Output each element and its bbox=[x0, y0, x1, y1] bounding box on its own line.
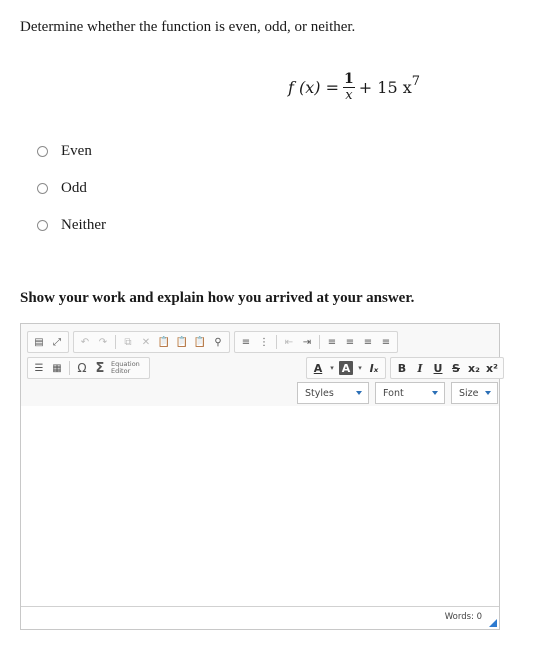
paste-icon[interactable]: 📋 bbox=[157, 335, 171, 349]
size-dropdown[interactable]: Size bbox=[451, 382, 498, 404]
rich-text-editor: ▤ ⤢ ↶ ↷ ⧉ ✕ 📋 📋 📋 ⚲ ≡ ⋮ ⇤ ⇥ ≡ ≡ ≡ ≡ ☰ ▦ … bbox=[20, 323, 504, 630]
remove-format-icon[interactable]: Iₓ bbox=[367, 361, 381, 375]
formula-rest: + 15 x bbox=[358, 77, 412, 97]
formula-lhs: f (x) = bbox=[288, 77, 340, 97]
redo-icon[interactable]: ↷ bbox=[96, 335, 110, 349]
fraction-denominator: x bbox=[345, 88, 353, 103]
cut-icon[interactable]: ✕ bbox=[139, 335, 153, 349]
option-odd-label: Odd bbox=[61, 180, 87, 196]
source-icon[interactable]: ▤ bbox=[32, 335, 46, 349]
formula-exponent: 7 bbox=[411, 73, 421, 89]
align-justify-icon[interactable]: ≡ bbox=[379, 335, 393, 349]
toolbar-group-insert: ☰ ▦ Ω Σ Equation Editor bbox=[27, 357, 150, 379]
numbered-list-icon[interactable]: ≡ bbox=[239, 335, 253, 349]
toolbar-row-1: ▤ ⤢ ↶ ↷ ⧉ ✕ 📋 📋 📋 ⚲ ≡ ⋮ ⇤ ⇥ ≡ ≡ ≡ ≡ bbox=[27, 331, 398, 353]
toolbar-formatting: A ▾ A ▾ Iₓ B I U S x₂ x² bbox=[306, 357, 504, 379]
find-icon[interactable]: ⚲ bbox=[211, 335, 225, 349]
toolbar-separator bbox=[276, 335, 277, 349]
option-neither-label: Neither bbox=[61, 217, 106, 233]
option-neither[interactable]: Neither bbox=[37, 217, 106, 234]
indent-icon[interactable]: ⇥ bbox=[300, 335, 314, 349]
radio-neither[interactable] bbox=[37, 220, 48, 231]
paste-word-icon[interactable]: 📋 bbox=[193, 335, 207, 349]
editor-statusbar: Words: 0 bbox=[21, 606, 499, 629]
strikethrough-icon[interactable]: S bbox=[449, 361, 463, 375]
toolbar-group-basicstyles: B I U S x₂ x² bbox=[390, 357, 504, 379]
option-even[interactable]: Even bbox=[37, 143, 92, 160]
background-color-icon[interactable]: A bbox=[339, 361, 353, 375]
special-character-icon[interactable]: Ω bbox=[75, 361, 89, 375]
radio-odd[interactable] bbox=[37, 183, 48, 194]
fraction-numerator: 1 bbox=[343, 71, 355, 88]
option-even-label: Even bbox=[61, 143, 92, 159]
copy-icon[interactable]: ⧉ bbox=[121, 335, 135, 349]
font-dropdown[interactable]: Font bbox=[375, 382, 445, 404]
superscript-icon[interactable]: x² bbox=[485, 361, 499, 375]
equation-editor-button[interactable]: Equation Editor bbox=[111, 361, 147, 375]
paste-text-icon[interactable]: 📋 bbox=[175, 335, 189, 349]
align-right-icon[interactable]: ≡ bbox=[361, 335, 375, 349]
underline-icon[interactable]: U bbox=[431, 361, 445, 375]
toolbar-group-view: ▤ ⤢ bbox=[27, 331, 69, 353]
maximize-icon[interactable]: ⤢ bbox=[50, 335, 64, 349]
styles-dropdown-label: Styles bbox=[305, 387, 334, 399]
chevron-down-icon bbox=[356, 391, 362, 395]
formula-fraction: 1 x bbox=[343, 72, 355, 102]
resize-handle-icon[interactable] bbox=[489, 619, 497, 627]
size-dropdown-label: Size bbox=[459, 387, 479, 399]
toolbar-separator bbox=[319, 335, 320, 349]
align-center-icon[interactable]: ≡ bbox=[343, 335, 357, 349]
chevron-down-icon bbox=[485, 391, 491, 395]
font-dropdown-label: Font bbox=[383, 387, 404, 399]
bulleted-list-icon[interactable]: ⋮ bbox=[257, 335, 271, 349]
styles-dropdown[interactable]: Styles bbox=[297, 382, 369, 404]
text-color-icon[interactable]: A bbox=[311, 361, 325, 375]
italic-icon[interactable]: I bbox=[413, 361, 427, 375]
editor-content-area[interactable] bbox=[21, 406, 499, 607]
toolbar-group-colors: A ▾ A ▾ Iₓ bbox=[306, 357, 386, 379]
sigma-icon[interactable]: Σ bbox=[93, 361, 107, 376]
undo-icon[interactable]: ↶ bbox=[78, 335, 92, 349]
editor-toolbar: ▤ ⤢ ↶ ↷ ⧉ ✕ 📋 📋 📋 ⚲ ≡ ⋮ ⇤ ⇥ ≡ ≡ ≡ ≡ ☰ ▦ … bbox=[21, 324, 504, 407]
question-text: Determine whether the function is even, … bbox=[20, 19, 356, 35]
align-left-icon[interactable]: ≡ bbox=[325, 335, 339, 349]
radio-even[interactable] bbox=[37, 146, 48, 157]
bold-icon[interactable]: B bbox=[395, 361, 409, 375]
horizontal-line-icon[interactable]: ☰ bbox=[32, 361, 46, 375]
table-icon[interactable]: ▦ bbox=[50, 361, 64, 375]
outdent-icon[interactable]: ⇤ bbox=[282, 335, 296, 349]
toolbar-group-paragraph: ≡ ⋮ ⇤ ⇥ ≡ ≡ ≡ ≡ bbox=[234, 331, 398, 353]
chevron-down-icon bbox=[432, 391, 438, 395]
toolbar-separator bbox=[115, 335, 116, 349]
function-formula: f (x) = 1 x + 15 x 7 bbox=[288, 72, 420, 102]
toolbar-separator bbox=[69, 361, 70, 375]
toolbar-row-2: ☰ ▦ Ω Σ Equation Editor bbox=[27, 357, 150, 379]
word-count: Words: 0 bbox=[444, 612, 482, 622]
work-prompt: Show your work and explain how you arriv… bbox=[20, 290, 415, 306]
toolbar-group-clipboard: ↶ ↷ ⧉ ✕ 📋 📋 📋 ⚲ bbox=[73, 331, 230, 353]
option-odd[interactable]: Odd bbox=[37, 180, 87, 197]
subscript-icon[interactable]: x₂ bbox=[467, 361, 481, 375]
text-color-dropdown-icon[interactable]: ▾ bbox=[329, 361, 335, 375]
background-color-dropdown-icon[interactable]: ▾ bbox=[357, 361, 363, 375]
